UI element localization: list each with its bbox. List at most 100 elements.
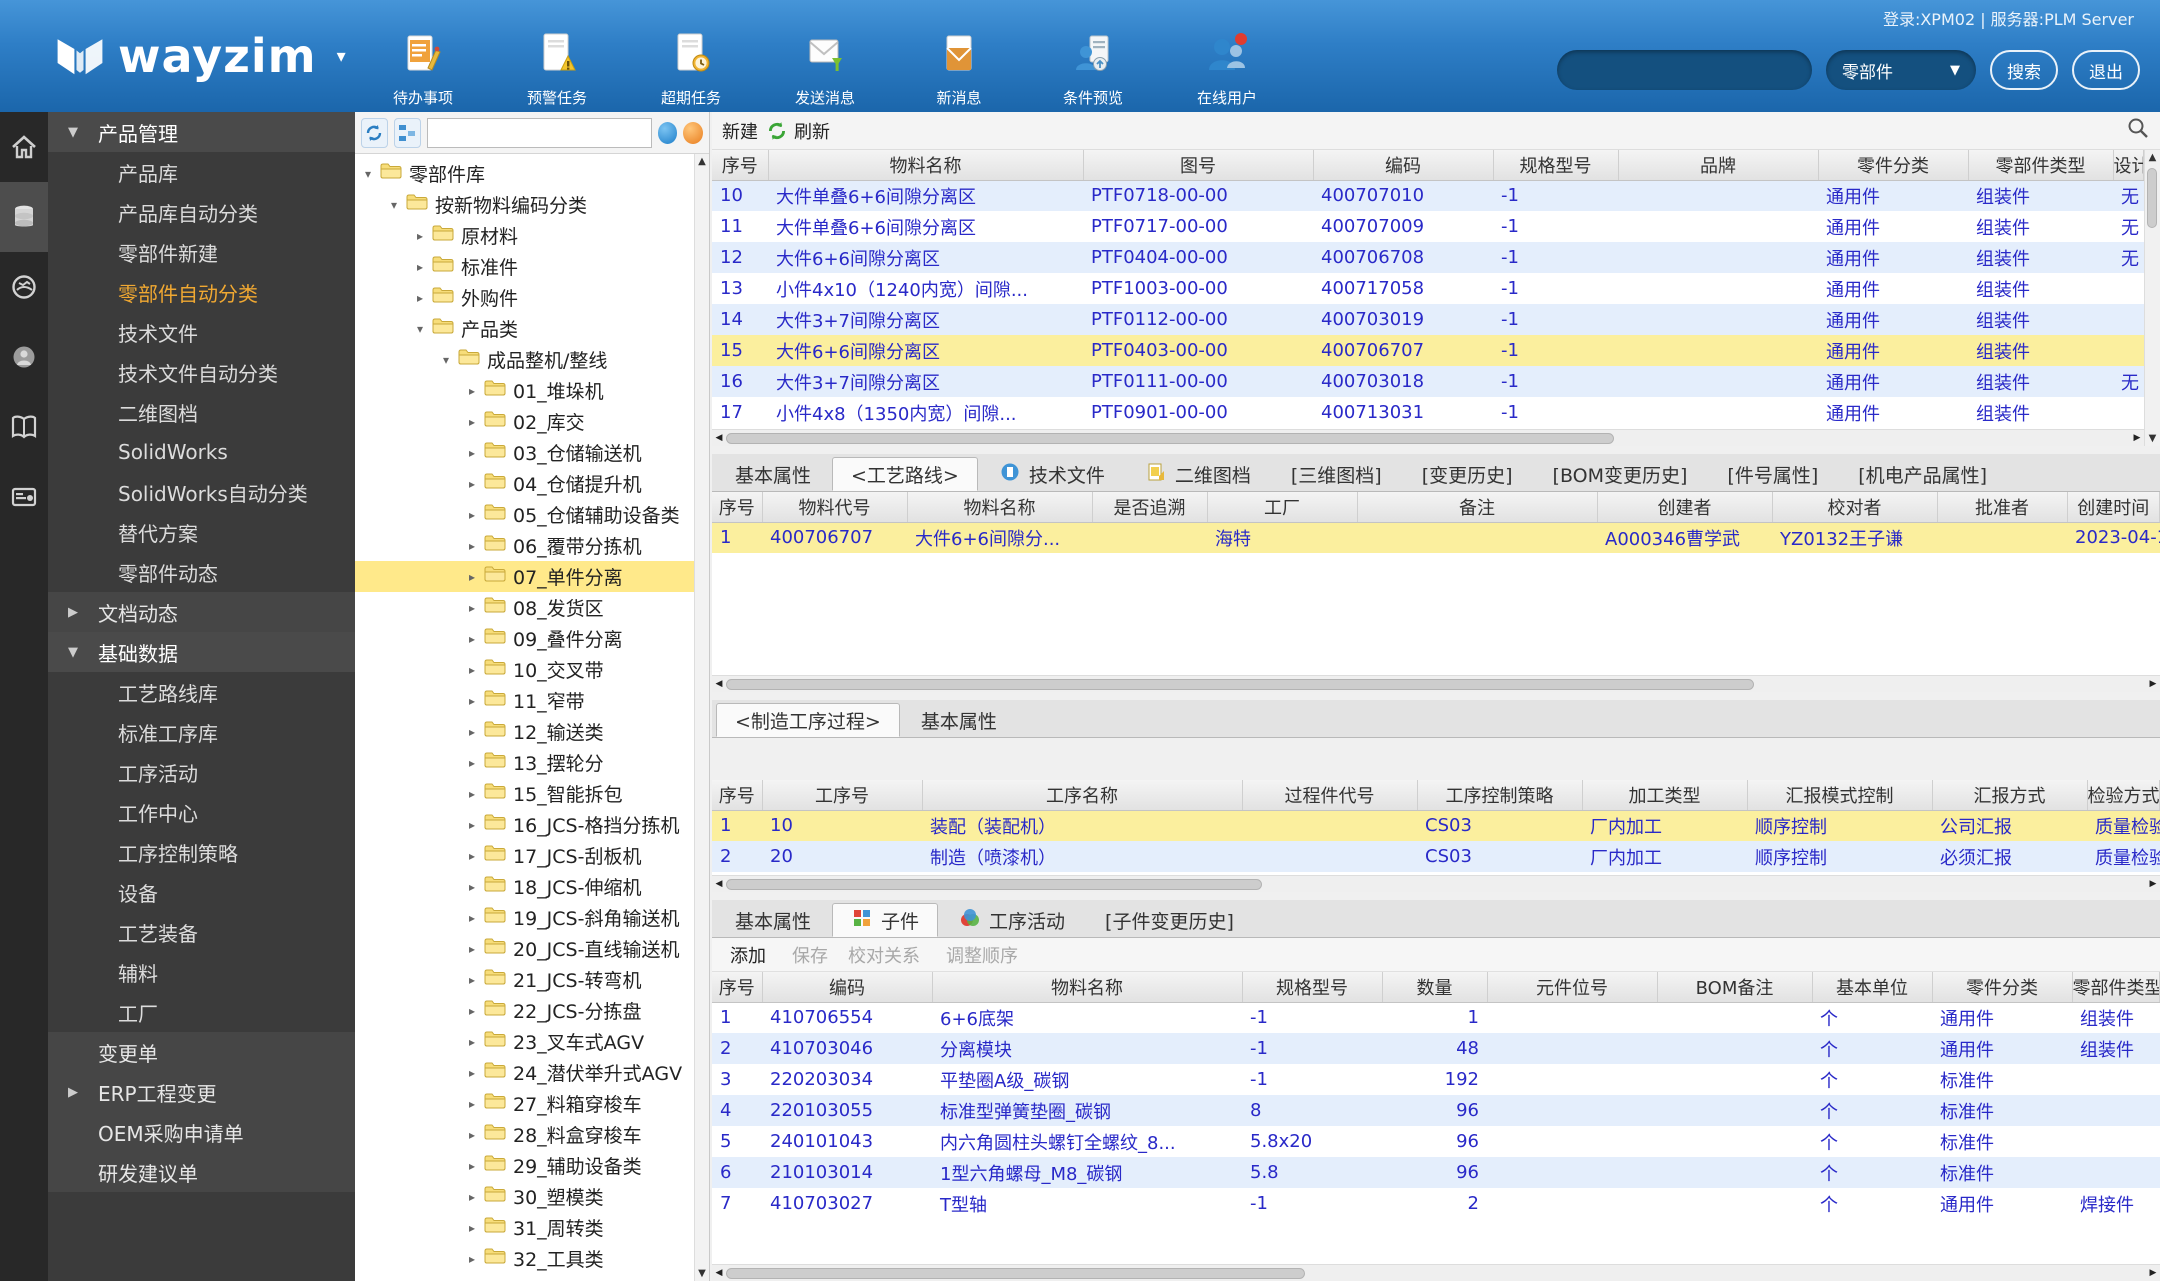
route-horizontal-scrollbar[interactable]: ◀ ▶ xyxy=(712,675,2160,692)
expand-icon[interactable]: ▸ xyxy=(465,725,479,739)
logo-caret-icon[interactable]: ▾ xyxy=(337,46,346,67)
sidebar-section-3[interactable]: ▼ 基础数据 xyxy=(48,632,355,672)
sidebar-item[interactable]: SolidWorks自动分类 xyxy=(48,472,355,512)
column-header[interactable]: 工厂 xyxy=(1207,492,1358,523)
table-row[interactable]: 13 小件4x10（1240内宽）间隙... PTF1003-00-00 400717… xyxy=(712,273,2144,304)
expand-icon[interactable]: ▸ xyxy=(465,1190,479,1204)
sidebar-item[interactable]: 产品库自动分类 xyxy=(48,192,355,232)
tree-node[interactable]: ▸ 15_智能拆包 xyxy=(355,778,709,809)
table-row[interactable]: 6 210103014 1型六角螺母_M8_碳钢 5.8 96 个标准件 xyxy=(712,1157,2160,1188)
table-row[interactable]: 1 400706707 大件6+6间隙分... 海特 A000346曹学武 YZ0132王… xyxy=(712,522,2160,553)
column-header[interactable]: 零件分类 xyxy=(1818,150,1969,181)
tree-node[interactable]: ▸ 13_摆轮分 xyxy=(355,747,709,778)
tree-node[interactable]: ▸ 09_叠件分离 xyxy=(355,623,709,654)
column-header[interactable]: 品牌 xyxy=(1618,150,1819,181)
header-tool-7[interactable]: 在线用户 xyxy=(1192,30,1262,108)
tab-技术文件[interactable]: 技术文件 xyxy=(979,457,1124,491)
tab-二维图档[interactable]: 二维图档 xyxy=(1125,457,1270,491)
column-header[interactable]: 工序号 xyxy=(762,780,923,811)
sidebar-section-7[interactable]: 研发建议单 xyxy=(48,1152,355,1192)
expand-icon[interactable]: ▸ xyxy=(465,818,479,832)
expand-icon[interactable]: ▸ xyxy=(465,384,479,398)
tab-三维图档[interactable]: [三维图档] xyxy=(1271,457,1401,491)
expand-icon[interactable]: ▸ xyxy=(465,880,479,894)
column-header[interactable]: 图号 xyxy=(1083,150,1314,181)
expand-icon[interactable]: ▸ xyxy=(465,756,479,770)
column-header[interactable]: 检验方式 xyxy=(2087,780,2160,811)
header-tool-4[interactable]: 发送消息 xyxy=(790,30,860,108)
expand-icon[interactable]: ▸ xyxy=(465,477,479,491)
sidebar-item[interactable]: 技术文件自动分类 xyxy=(48,352,355,392)
sidebar-item[interactable]: 零部件新建 xyxy=(48,232,355,272)
column-header[interactable]: 批准者 xyxy=(1937,492,2068,523)
tab-机电产品属性[interactable]: [机电产品属性] xyxy=(1839,457,2007,491)
collapse-icon[interactable]: ▾ xyxy=(413,322,427,336)
scroll-left-icon[interactable]: ◀ xyxy=(712,1268,726,1278)
table-row[interactable]: 3 220203034 平垫圈A级_碳钢 -1 192 个 标准件 xyxy=(712,1064,2160,1095)
tab-工艺路线[interactable]: <工艺路线> xyxy=(832,457,978,491)
column-header[interactable]: 序号 xyxy=(712,492,763,523)
expand-icon[interactable]: ▸ xyxy=(465,1128,479,1142)
sidebar-section-2[interactable]: ▶ 文档动态 xyxy=(48,592,355,632)
expand-icon[interactable]: ▸ xyxy=(413,291,427,305)
column-header[interactable]: 设计备注 xyxy=(2113,150,2144,181)
expand-icon[interactable]: ▸ xyxy=(465,849,479,863)
tab-工序活动[interactable]: 工序活动 xyxy=(940,903,1085,937)
tree-node[interactable]: ▸ 23_叉车式AGV xyxy=(355,1026,709,1057)
tree-node[interactable]: ▸ 01_堆垛机 xyxy=(355,375,709,406)
expand-icon[interactable]: ▸ xyxy=(465,973,479,987)
tree-node[interactable]: ▾ 成品整机/整线 xyxy=(355,344,709,375)
tab-变更历史[interactable]: [变更历史] xyxy=(1402,457,1532,491)
table-row[interactable]: 2 20 制造（喷漆机） CS03 厂内加工 顺序控制 必须汇报 质量检验 xyxy=(712,841,2160,872)
scroll-up-icon[interactable]: ▲ xyxy=(2149,152,2157,163)
column-header[interactable]: 过程件代号 xyxy=(1242,780,1418,811)
tree-node[interactable]: ▸ 标准件 xyxy=(355,251,709,282)
expand-icon[interactable]: ▸ xyxy=(465,508,479,522)
tree-node[interactable]: ▸ 11_窄带 xyxy=(355,685,709,716)
column-header[interactable]: 物料名称 xyxy=(932,972,1243,1003)
expand-icon[interactable]: ▸ xyxy=(465,632,479,646)
sidebar-item[interactable]: SolidWorks xyxy=(48,432,355,472)
sidebar-item[interactable]: 工序活动 xyxy=(48,752,355,792)
tree-node[interactable]: ▸ 18_JCS-伸缩机 xyxy=(355,871,709,902)
tree-node[interactable]: ▸ 04_仓储提升机 xyxy=(355,468,709,499)
column-header[interactable]: 规格型号 xyxy=(1493,150,1619,181)
sidebar-item[interactable]: 工序控制策略 xyxy=(48,832,355,872)
sidebar-section-1[interactable]: ▼ 产品管理 xyxy=(48,112,355,152)
tree-node[interactable]: ▸ 29_辅助设备类 xyxy=(355,1150,709,1181)
search-button[interactable]: 搜索 xyxy=(1990,50,2058,90)
tree-node[interactable]: ▸ 31_周转类 xyxy=(355,1212,709,1243)
expand-icon[interactable]: ▸ xyxy=(465,1035,479,1049)
tab-件号属性[interactable]: [件号属性] xyxy=(1708,457,1838,491)
header-tool-5[interactable]: 新消息 xyxy=(924,30,994,108)
table-row[interactable]: 1 410706554 6+6底架 -1 1 个 通用件 组装件 xyxy=(712,1002,2160,1033)
expand-icon[interactable]: ▸ xyxy=(465,694,479,708)
tree-node[interactable]: ▸ 16_JCS-格挡分拣机 xyxy=(355,809,709,840)
添加-button[interactable]: 添加 xyxy=(724,942,766,978)
scrollbar-thumb[interactable] xyxy=(726,878,1262,890)
expand-icon[interactable]: ▸ xyxy=(413,260,427,274)
tree-vertical-scrollbar[interactable]: ▲ ▼ xyxy=(694,154,709,1281)
tree-node[interactable]: ▸ 21_JCS-转弯机 xyxy=(355,964,709,995)
expand-icon[interactable]: ▸ xyxy=(465,446,479,460)
scroll-left-icon[interactable]: ◀ xyxy=(712,679,726,689)
column-header[interactable]: 编码 xyxy=(762,972,933,1003)
tree-node[interactable]: ▸ 27_料箱穿梭车 xyxy=(355,1088,709,1119)
table-row[interactable]: 7 410703027 T型轴 -1 2 个 通用件 焊接件 xyxy=(712,1188,2160,1219)
sidebar-item[interactable]: 产品库 xyxy=(48,152,355,192)
sidebar-item[interactable]: 工厂 xyxy=(48,992,355,1032)
tree-node[interactable]: ▾ 按新物料编码分类 xyxy=(355,189,709,220)
sidebar-item[interactable]: 工艺装备 xyxy=(48,912,355,952)
column-header[interactable]: 零部件类型 xyxy=(2072,972,2160,1003)
header-tool-3[interactable]: 超期任务 xyxy=(656,30,726,108)
tab-基本属性[interactable]: 基本属性 xyxy=(716,903,831,937)
expand-icon[interactable]: ▸ xyxy=(465,1066,479,1080)
table-row[interactable]: 10 大件单叠6+6间隙分离区 PTF0718-00-00 400707010 -1 通用… xyxy=(712,180,2144,211)
rail-home-icon[interactable] xyxy=(0,112,48,182)
scroll-down-icon[interactable]: ▼ xyxy=(698,1268,706,1279)
scrollbar-thumb[interactable] xyxy=(726,1267,1306,1279)
refresh-button[interactable]: 刷新 xyxy=(766,118,830,144)
expand-icon[interactable]: ▸ xyxy=(465,1221,479,1235)
sidebar-section-4[interactable]: 变更单 xyxy=(48,1032,355,1072)
tree-node[interactable]: ▸ 03_仓储输送机 xyxy=(355,437,709,468)
